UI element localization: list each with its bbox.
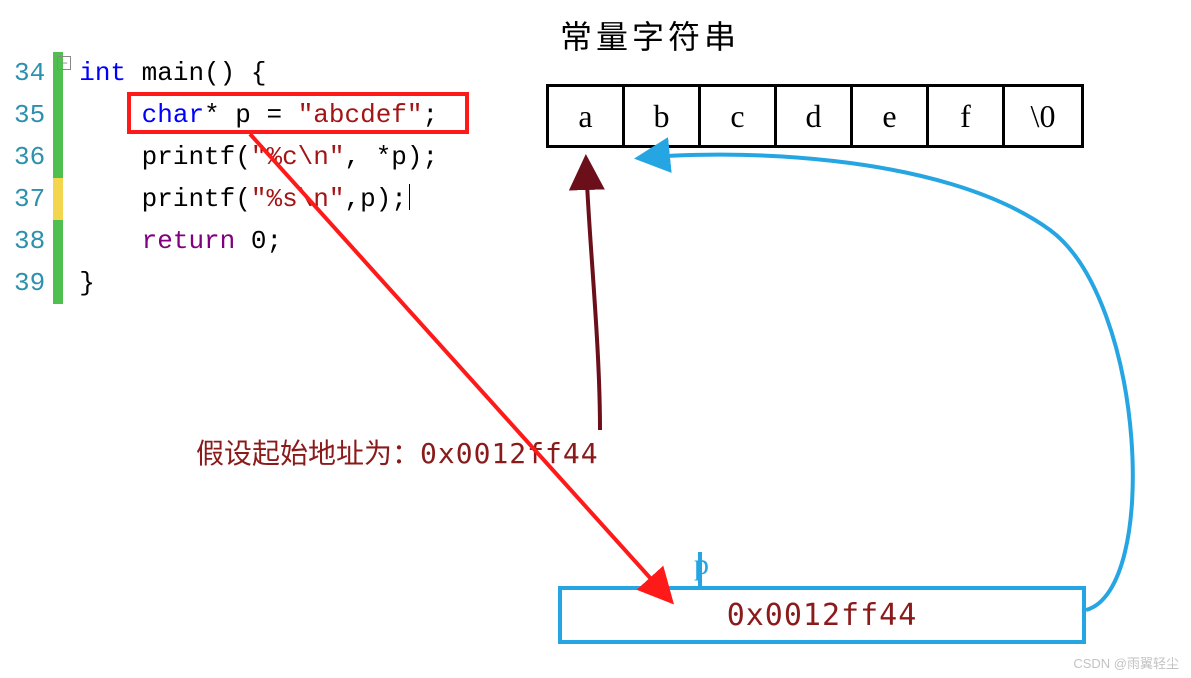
memory-cell: a: [549, 87, 625, 145]
address-label-prefix: 假设起始地址为：: [196, 439, 420, 470]
pointer-label: p: [694, 548, 709, 582]
fold-icon[interactable]: −: [57, 56, 71, 70]
memory-cell: f: [929, 87, 1005, 145]
address-label: 假设起始地址为：0x0012ff44: [196, 432, 599, 472]
memory-cell: e: [853, 87, 929, 145]
code-line-35: char* p = "abcdef";: [71, 94, 438, 136]
change-markers: [53, 52, 63, 304]
memory-cell: b: [625, 87, 701, 145]
memory-cell: c: [701, 87, 777, 145]
diagram-title: 常量字符串: [560, 12, 740, 58]
line-number: 34: [14, 52, 45, 94]
code-line-36: printf("%c\n", *p);: [71, 136, 438, 178]
line-number: 35: [14, 94, 45, 136]
code-line-34: int main() {: [71, 52, 438, 94]
memory-cell: d: [777, 87, 853, 145]
arrow-pointer-to-cell: [640, 155, 1133, 610]
address-label-value: 0x0012ff44: [420, 437, 599, 470]
code-editor: 34 35 36 37 38 39 − int main() { char* p…: [14, 52, 438, 304]
line-number: 39: [14, 262, 45, 304]
arrow-label-to-cell: [586, 160, 600, 430]
keyword-int: int: [79, 58, 126, 88]
line-number: 37: [14, 178, 45, 220]
memory-cell: \0: [1005, 87, 1081, 145]
line-gutter: 34 35 36 37 38 39: [14, 52, 53, 304]
pointer-box-value: 0x0012ff44: [727, 598, 918, 633]
code-line-37: printf("%s\n",p);: [71, 178, 438, 220]
code-content: − int main() { char* p = "abcdef"; print…: [63, 52, 438, 304]
watermark: CSDN @雨翼轻尘: [1073, 653, 1179, 672]
code-line-38: return 0;: [71, 220, 438, 262]
memory-cells: a b c d e f \0: [546, 84, 1084, 148]
line-number: 38: [14, 220, 45, 262]
code-line-39: }: [71, 262, 438, 304]
text-caret: [409, 184, 410, 210]
keyword-return: return: [142, 226, 236, 256]
keyword-char: char: [142, 100, 204, 130]
pointer-box: 0x0012ff44: [558, 586, 1086, 644]
line-number: 36: [14, 136, 45, 178]
